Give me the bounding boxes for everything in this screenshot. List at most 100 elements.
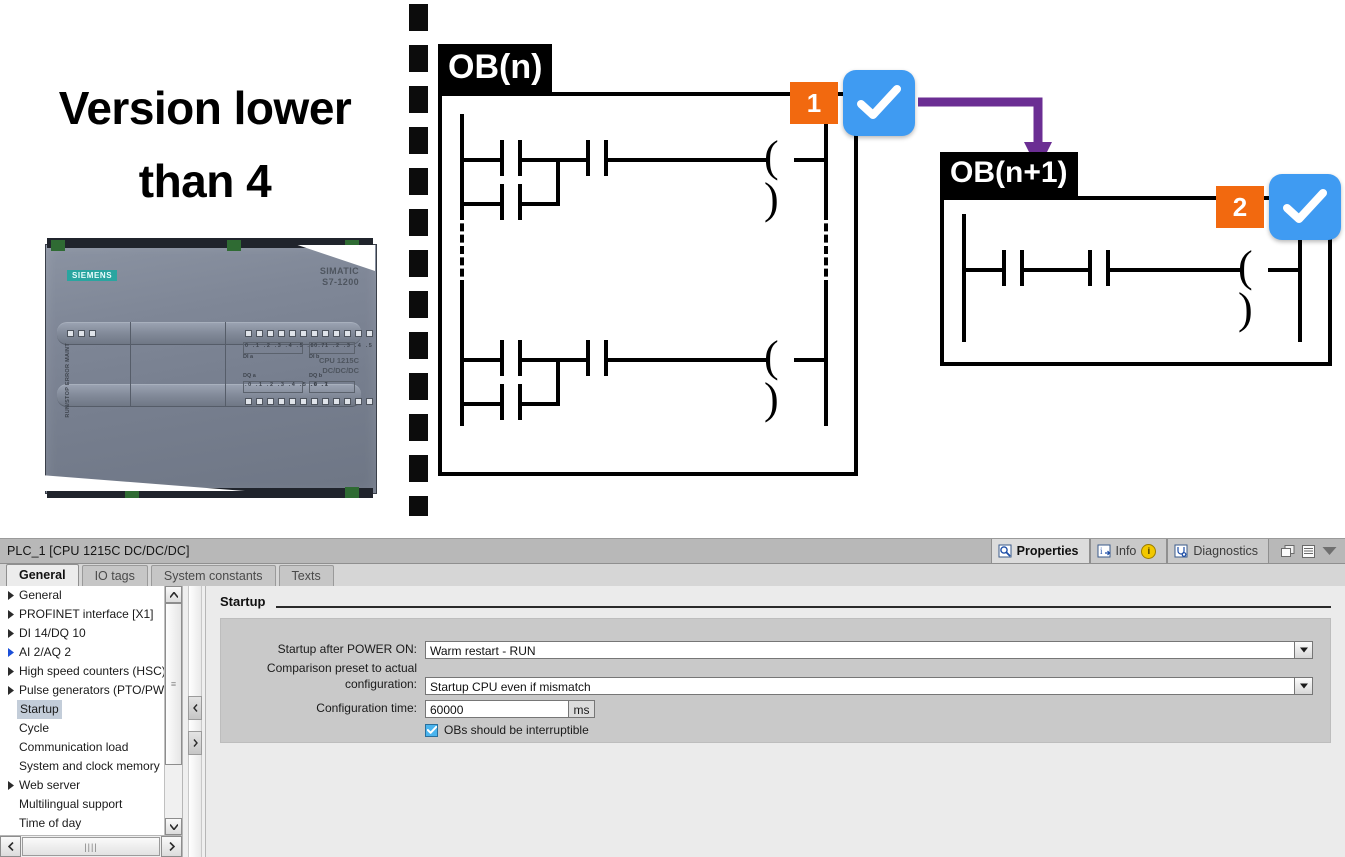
rung-wire xyxy=(962,268,1004,272)
sidebar-item-cycle[interactable]: Cycle xyxy=(0,719,182,738)
plc-family-line2: S7-1200 xyxy=(322,277,359,288)
sidebar-item-label: PROFINET interface [X1] xyxy=(19,607,154,621)
sidebar-item-startup[interactable]: Startup xyxy=(0,700,182,719)
expand-arrow-icon[interactable] xyxy=(6,781,17,790)
sidebar-item-general[interactable]: General xyxy=(0,586,182,605)
scroll-left-button[interactable] xyxy=(0,836,21,857)
startup-after-power-on-control[interactable]: Warm restart - RUN xyxy=(425,641,1313,659)
scrollbar-thumb[interactable]: ≡ xyxy=(165,603,182,765)
panel-splitter[interactable] xyxy=(183,586,206,857)
right-power-rail xyxy=(824,114,828,214)
expand-arrow-icon[interactable] xyxy=(6,629,17,638)
comparison-preset-input[interactable]: Startup CPU even if mismatch xyxy=(425,677,1295,695)
diagnostics-icon xyxy=(1174,544,1188,558)
obs-interruptible-checkbox-row[interactable]: OBs should be interruptible xyxy=(425,723,589,737)
inspector-titlebar: PLC_1 [CPU 1215C DC/DC/DC] Properties i xyxy=(0,539,1345,564)
branch-wire xyxy=(460,402,502,406)
configuration-time-input[interactable]: 60000 xyxy=(425,700,569,718)
sidebar-item-di-dq[interactable]: DI 14/DQ 10 xyxy=(0,624,182,643)
obs-interruptible-label: OBs should be interruptible xyxy=(444,723,589,737)
splitter-collapse-right[interactable] xyxy=(188,731,202,755)
info-icon: i xyxy=(1097,544,1111,558)
sidebar-item-label: System and clock memory xyxy=(19,759,160,773)
sidebar-item-label: Pulse generators (PTO/PWM) xyxy=(19,683,179,697)
comparison-preset-control[interactable]: Startup CPU even if mismatch xyxy=(425,677,1313,695)
splitter-collapse-left[interactable] xyxy=(188,696,202,720)
sidebar-item-system-and-clock-memory[interactable]: System and clock memory xyxy=(0,757,182,776)
check-icon xyxy=(857,85,901,119)
scroll-up-button[interactable] xyxy=(165,586,182,603)
diagnostics-button[interactable]: Diagnostics xyxy=(1167,539,1269,563)
rung-wire xyxy=(460,358,502,362)
contact-no xyxy=(586,340,608,376)
settings-nav: General PROFINET interface [X1] DI 14/DQ… xyxy=(0,586,183,857)
sidebar-item-multilingual-support[interactable]: Multilingual support xyxy=(0,795,182,814)
startup-after-power-on-input[interactable]: Warm restart - RUN xyxy=(425,641,1295,659)
info-button[interactable]: i Info i xyxy=(1089,539,1168,563)
sidebar-item-time-of-day[interactable]: Time of day xyxy=(0,814,182,833)
maximize-icon[interactable] xyxy=(1302,544,1315,558)
inspector-body: General PROFINET interface [X1] DI 14/DQ… xyxy=(0,586,1345,857)
rung-wire xyxy=(606,158,766,162)
scroll-down-button[interactable] xyxy=(165,818,182,835)
plc-input-terminals-b xyxy=(311,330,373,337)
comparison-preset-label-line2: configuration: xyxy=(344,677,417,691)
page-title-line2: than 4 xyxy=(138,154,272,207)
sidebar-item-high-speed-counters[interactable]: High speed counters (HSC) xyxy=(0,662,182,681)
chevron-down-icon[interactable] xyxy=(1295,677,1313,695)
plc-family-line1: SIMATIC xyxy=(319,266,359,276)
branch-link xyxy=(460,358,464,406)
properties-icon xyxy=(998,544,1012,558)
startup-after-power-on-label: Startup after POWER ON: xyxy=(277,642,417,656)
tab-texts[interactable]: Texts xyxy=(278,565,334,586)
rung-wire xyxy=(794,158,826,162)
rung-continuation-dashed xyxy=(824,212,828,288)
restore-icon[interactable] xyxy=(1281,544,1295,558)
sidebar-item-web-server[interactable]: Web server xyxy=(0,776,182,795)
configuration-time-control[interactable]: 60000 ms xyxy=(425,700,595,718)
ob-n-ladder: ( ) () xyxy=(442,96,854,472)
thumb-grip: |||| xyxy=(84,841,98,852)
inspector-tabs: General IO tags System constants Texts xyxy=(0,564,1345,587)
diagnostics-label: Diagnostics xyxy=(1193,544,1258,558)
settings-nav-list: General PROFINET interface [X1] DI 14/DQ… xyxy=(0,586,182,835)
sidebar-item-profinet-interface[interactable]: PROFINET interface [X1] xyxy=(0,605,182,624)
section-rule xyxy=(276,606,1331,608)
sidebar-item-label: Startup xyxy=(17,700,62,719)
splitter-bar xyxy=(188,586,202,857)
tab-system-constants[interactable]: System constants xyxy=(150,565,276,586)
contact-no xyxy=(500,384,522,420)
h-scroll-thumb[interactable]: |||| xyxy=(22,837,160,856)
expand-arrow-icon[interactable] xyxy=(6,610,17,619)
expand-arrow-icon[interactable] xyxy=(6,667,17,676)
expand-arrow-icon[interactable] xyxy=(6,591,17,600)
chevron-down-icon[interactable] xyxy=(1295,641,1313,659)
plc-status-leds xyxy=(67,330,96,337)
scroll-right-button[interactable] xyxy=(161,836,182,857)
sidebar-item-label: Cycle xyxy=(19,721,50,735)
nav-vertical-scrollbar[interactable]: ≡ xyxy=(164,586,182,835)
sidebar-item-label: Communication load xyxy=(19,740,129,754)
sidebar-item-communication-load[interactable]: Communication load xyxy=(0,738,182,757)
nav-horizontal-scrollbar[interactable]: |||| xyxy=(0,835,182,857)
expand-arrow-icon[interactable] xyxy=(6,686,17,695)
properties-button[interactable]: Properties xyxy=(990,539,1090,563)
sidebar-item-pulse-generators[interactable]: Pulse generators (PTO/PWM) xyxy=(0,681,182,700)
expand-arrow-icon[interactable] xyxy=(6,648,17,657)
obs-interruptible-checkbox[interactable] xyxy=(425,723,438,737)
branch-wire xyxy=(520,402,560,406)
window-controls xyxy=(1269,539,1345,563)
left-power-rail xyxy=(962,214,966,342)
rung-continuation-dashed xyxy=(460,212,464,288)
plc-clip xyxy=(345,487,359,498)
sidebar-item-ai-aq[interactable]: AI 2/AQ 2 xyxy=(0,643,182,662)
tab-io-tags[interactable]: IO tags xyxy=(81,565,148,586)
plc-dq-a-label: DQ a xyxy=(243,373,256,379)
plc-clip xyxy=(51,240,65,251)
app-root: Version lower than 4 SIEMENS SIMATIC S7-… xyxy=(0,0,1345,857)
plc-dq-b-label: DQ b xyxy=(309,373,323,379)
tab-general[interactable]: General xyxy=(6,564,79,586)
contact-no xyxy=(500,340,522,376)
collapse-icon[interactable] xyxy=(1322,546,1337,556)
branch-link xyxy=(556,358,560,406)
